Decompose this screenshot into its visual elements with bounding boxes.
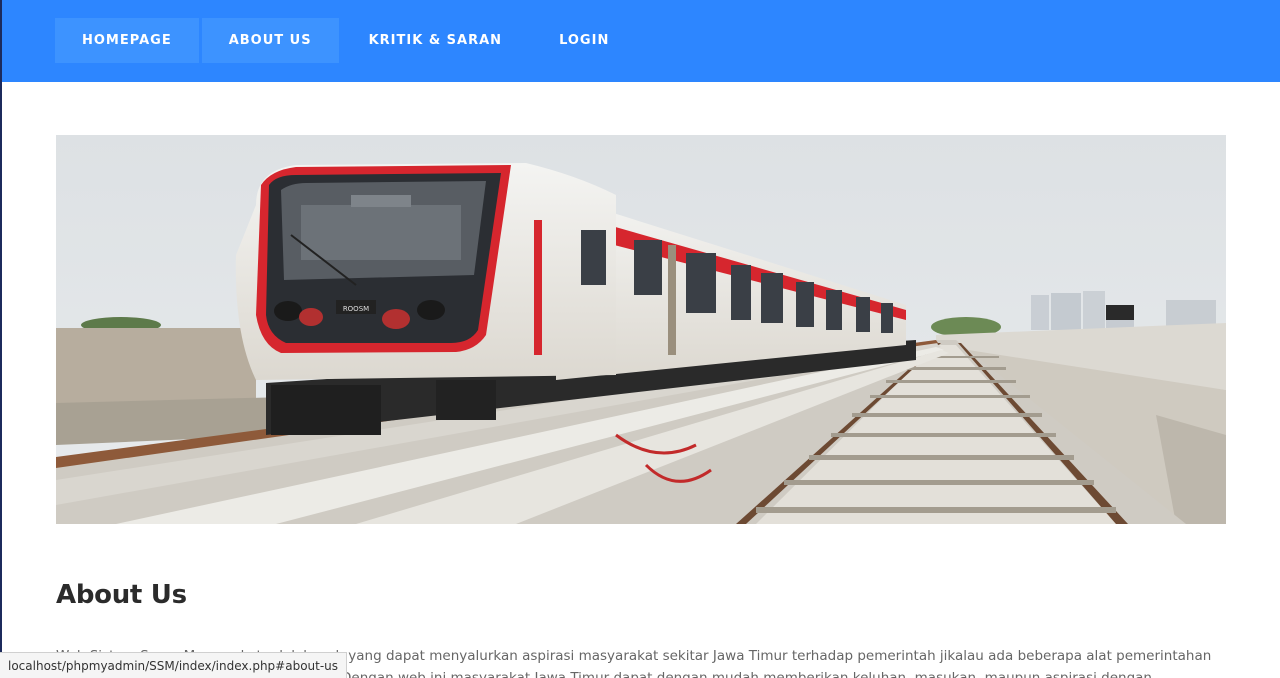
nav-item-about-us[interactable]: ABOUT US <box>201 18 339 63</box>
status-bar-url: localhost/phpmyadmin/SSM/index/index.php… <box>0 652 348 678</box>
navbar: HOMEPAGE ABOUT US KRITIK & SARAN LOGIN <box>0 0 1280 82</box>
window-edge <box>0 0 2 678</box>
train-plate: ROOSM <box>343 305 369 313</box>
hero-image: ROOSM <box>56 135 1226 524</box>
nav-item-kritik-saran[interactable]: KRITIK & SARAN <box>342 18 529 63</box>
nav-item-homepage[interactable]: HOMEPAGE <box>55 18 199 63</box>
about-us-heading: About Us <box>56 580 187 610</box>
nav-item-login[interactable]: LOGIN <box>532 18 636 63</box>
nav-menu: HOMEPAGE ABOUT US KRITIK & SARAN LOGIN <box>55 18 636 63</box>
